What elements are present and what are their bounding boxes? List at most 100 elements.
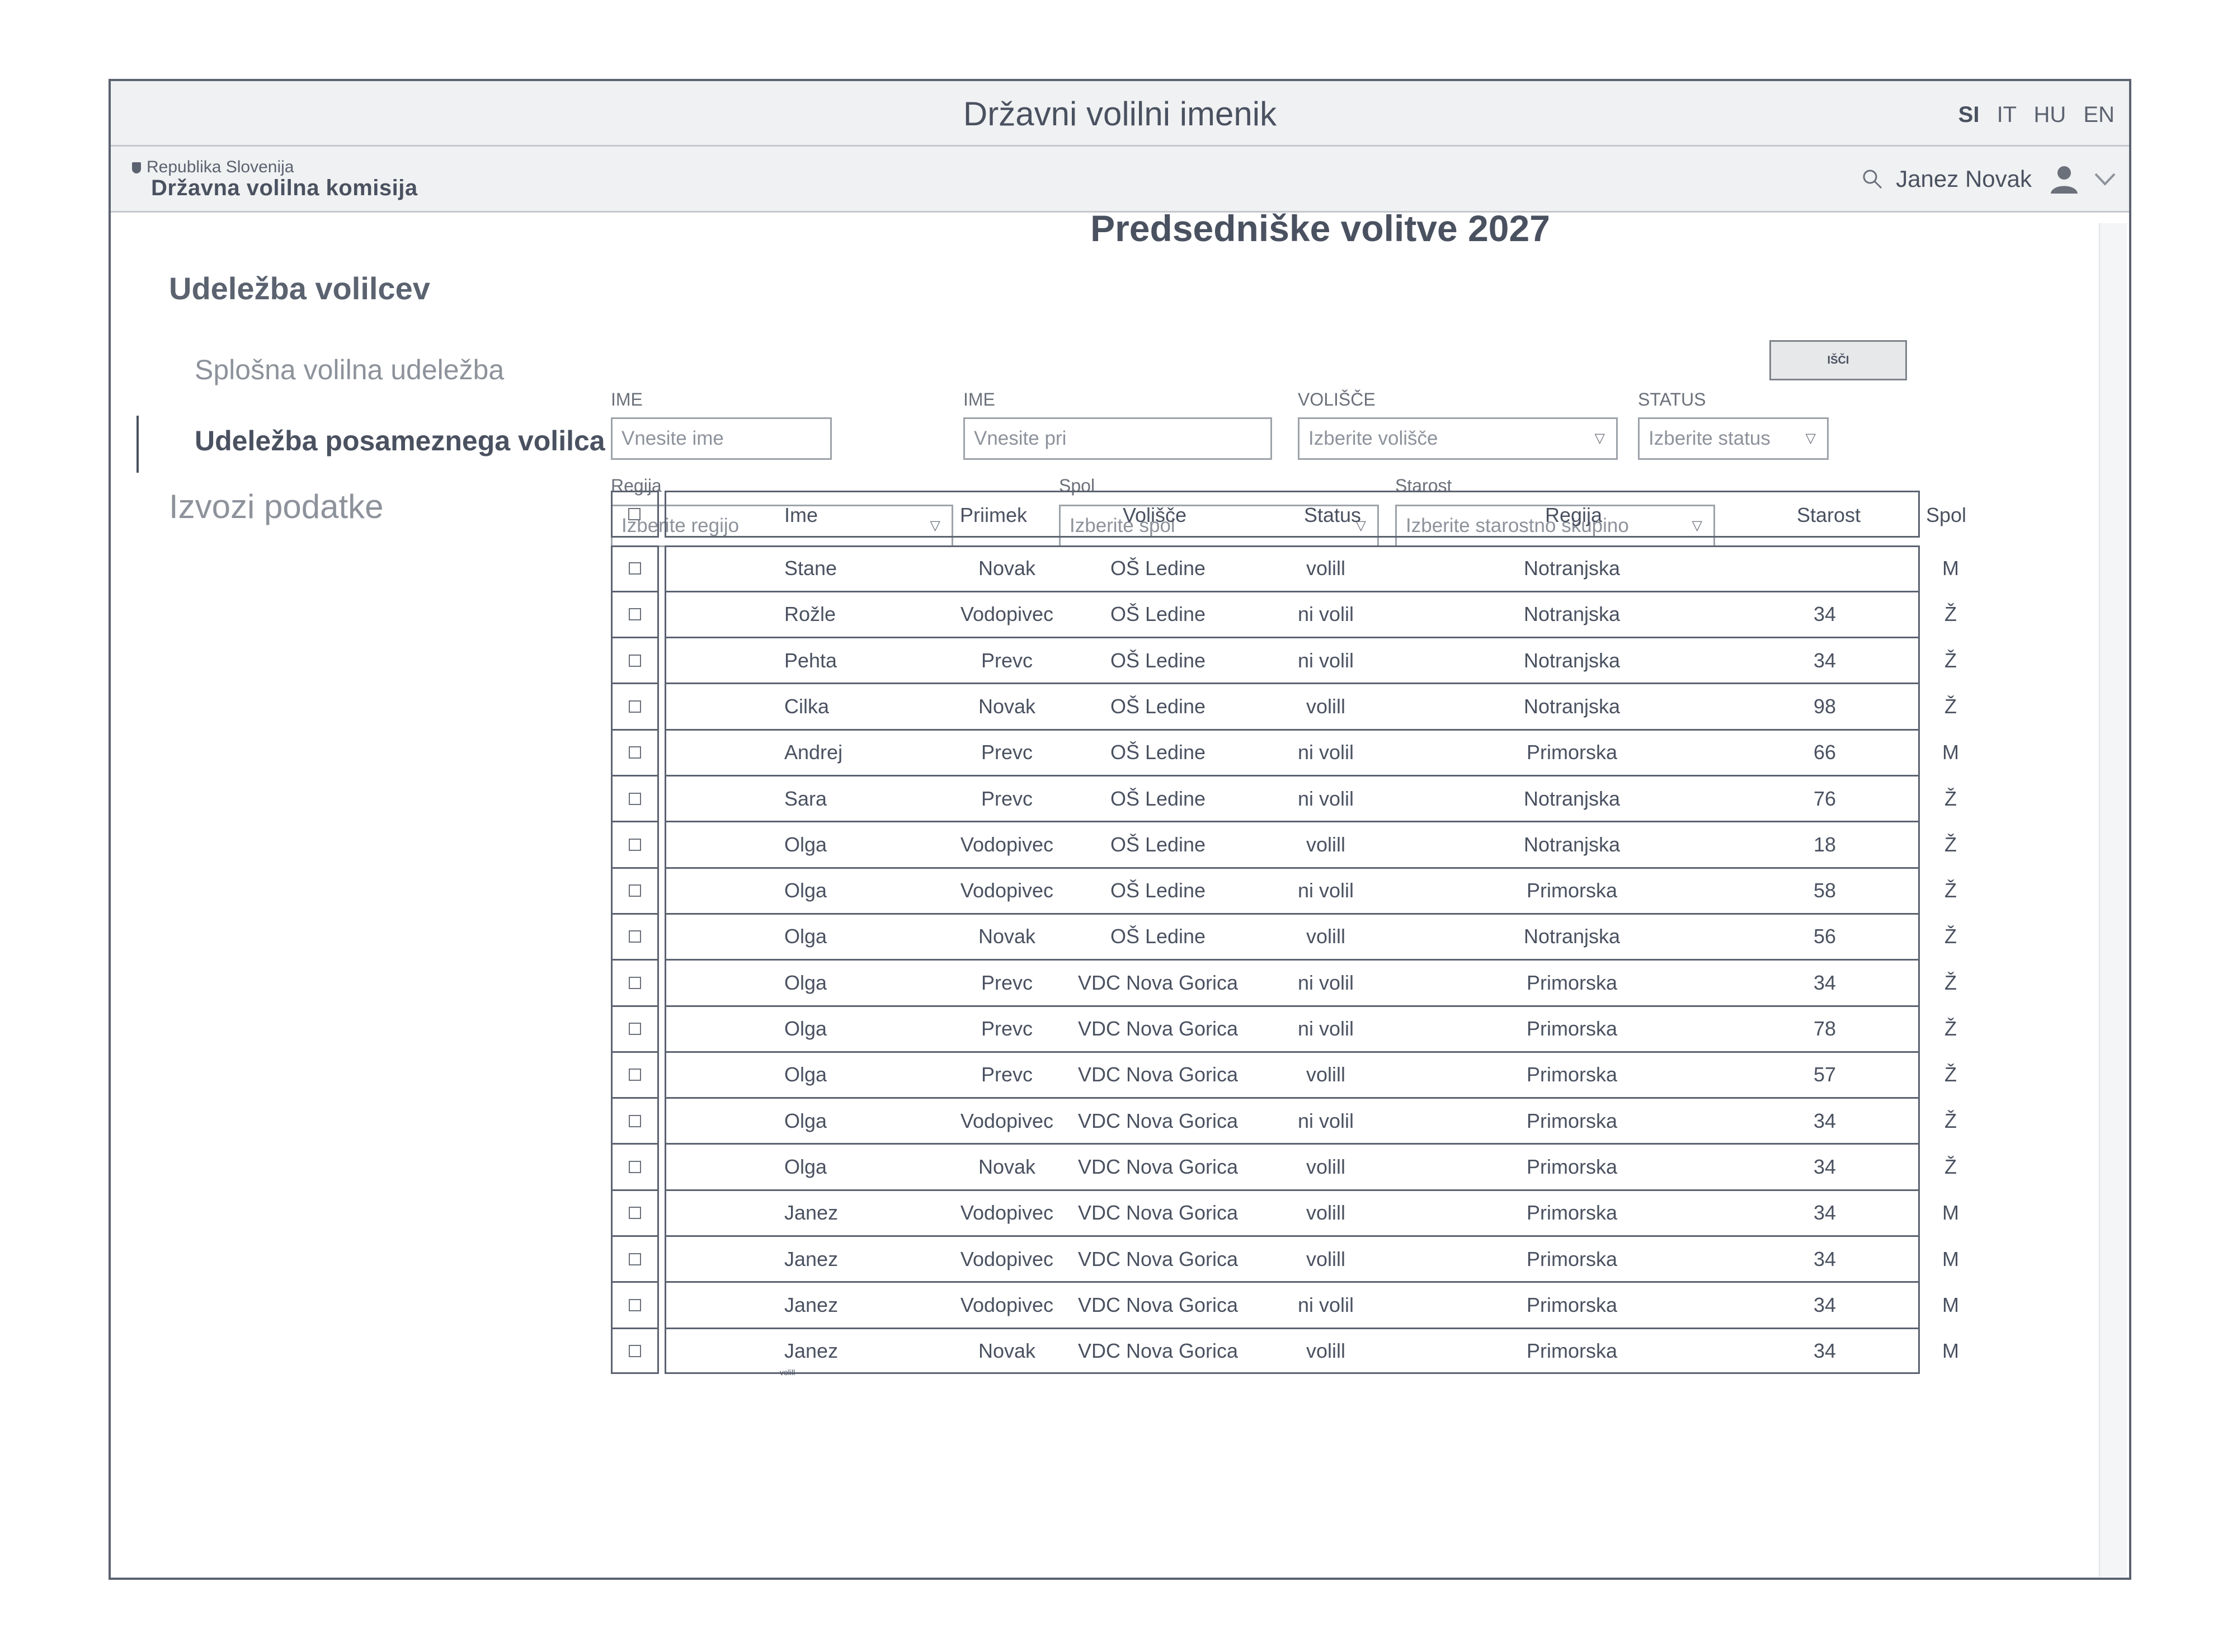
- lang-hu[interactable]: HU: [2034, 102, 2066, 127]
- select-all-cell: [611, 491, 659, 538]
- row-divider: [665, 637, 1920, 639]
- cell-regija: Primorska: [1526, 1155, 1618, 1178]
- row-checkbox[interactable]: [629, 562, 641, 575]
- sidebar-title: Udeležba volilcev: [169, 271, 430, 306]
- row-checkbox[interactable]: [629, 608, 641, 621]
- row-divider: [665, 1281, 1920, 1283]
- cell-ime: Olga: [784, 832, 827, 856]
- row-divider: [665, 683, 1920, 685]
- row-divider: [665, 1327, 1920, 1329]
- search-button[interactable]: IŠČI: [1769, 340, 1907, 380]
- header-regija[interactable]: Regija: [1545, 503, 1602, 527]
- app-title: Državni volilni imenik: [963, 95, 1277, 133]
- cell-status: volill: [1306, 557, 1345, 580]
- row-checkbox[interactable]: [629, 1114, 641, 1127]
- row-divider: [665, 728, 1920, 731]
- vertical-scrollbar[interactable]: [2099, 223, 2127, 1577]
- cell-spol: M: [1942, 1247, 1959, 1270]
- org-country: Republika Slovenija: [132, 158, 294, 177]
- cell-ime: Olga: [784, 1155, 827, 1178]
- cell-status: ni volil: [1297, 787, 1354, 810]
- cell-spol: Ž: [1944, 1063, 1957, 1086]
- cell-ime: Janez: [784, 1247, 839, 1270]
- cell-status: ni volil: [1297, 879, 1354, 902]
- row-divider: [611, 867, 659, 869]
- cell-status: volill: [1306, 925, 1345, 948]
- cell-status: volill: [1306, 1339, 1345, 1363]
- header-volisce[interactable]: Volišče: [1123, 503, 1186, 527]
- cell-spol: M: [1942, 741, 1959, 764]
- cell-ime: Andrej: [784, 741, 843, 764]
- row-checkbox[interactable]: [629, 1345, 641, 1358]
- row-divider: [611, 1143, 659, 1145]
- cell-regija: Primorska: [1526, 1339, 1618, 1363]
- header-spol[interactable]: Spol: [1926, 503, 1966, 527]
- row-checkbox[interactable]: [629, 792, 641, 805]
- cell-ime: Janez: [784, 1201, 839, 1225]
- sidebar-item-individual-turnout[interactable]: Udeležba posameznega volilca: [195, 425, 605, 457]
- filter-label-volisce: VOLIŠČE: [1298, 389, 1376, 410]
- language-switcher: SI IT HU EN: [1947, 102, 2115, 128]
- chevron-down-icon[interactable]: [2093, 171, 2117, 187]
- cell-spol: M: [1942, 557, 1959, 580]
- last-name-input[interactable]: Vnesite pri: [963, 417, 1272, 460]
- row-checkbox[interactable]: [629, 1298, 641, 1311]
- row-checkbox[interactable]: [629, 976, 641, 989]
- row-divider: [665, 821, 1920, 823]
- row-checkbox[interactable]: [629, 1160, 641, 1173]
- cell-ime: Stane: [784, 557, 837, 580]
- row-divider: [665, 1051, 1920, 1053]
- cell-status: ni volil: [1297, 1017, 1354, 1040]
- row-checkbox[interactable]: [629, 1023, 641, 1035]
- cell-spol: Ž: [1944, 694, 1957, 718]
- row-divider: [665, 1235, 1920, 1237]
- cell-regija: Notranjska: [1523, 694, 1621, 718]
- filter-label-status: STATUS: [1638, 389, 1706, 410]
- search-icon[interactable]: [1861, 168, 1883, 190]
- lang-si[interactable]: SI: [1958, 102, 1980, 127]
- header-bar: Republika Slovenija Državna volilna komi…: [111, 147, 2129, 213]
- active-indicator: [136, 416, 139, 473]
- cell-spol: Ž: [1944, 925, 1957, 948]
- cell-ime: Olga: [784, 879, 827, 902]
- sidebar-item-general-turnout[interactable]: Splošna volilna udeležba: [195, 354, 504, 386]
- first-name-input[interactable]: Vnesite ime: [611, 417, 832, 460]
- row-checkbox[interactable]: [629, 700, 641, 713]
- user-avatar-icon[interactable]: [2049, 163, 2080, 195]
- header-priimek[interactable]: Priimek: [960, 503, 1027, 527]
- cell-status: ni volil: [1297, 971, 1354, 994]
- lang-it[interactable]: IT: [1997, 102, 2017, 127]
- cell-regija: Notranjska: [1523, 557, 1621, 580]
- status-select[interactable]: Izberite status ▽: [1638, 417, 1829, 460]
- title-bar: Državni volilni imenik SI IT HU EN: [111, 81, 2129, 147]
- row-checkbox[interactable]: [629, 1253, 641, 1265]
- row-checkbox[interactable]: [629, 1069, 641, 1081]
- row-checkbox[interactable]: [629, 746, 641, 759]
- org-name[interactable]: Državna volilna komisija: [151, 176, 418, 201]
- header-status[interactable]: Status: [1304, 503, 1361, 527]
- row-checkbox[interactable]: [629, 838, 641, 851]
- select-all-checkbox[interactable]: [628, 508, 641, 520]
- row-divider: [611, 959, 659, 961]
- dropdown-arrow-icon: ▽: [1594, 431, 1605, 446]
- cell-status: volill: [1306, 1063, 1345, 1086]
- header-starost[interactable]: Starost: [1797, 503, 1861, 527]
- cell-spol: Ž: [1944, 648, 1957, 672]
- header-ime[interactable]: Ime: [784, 503, 818, 527]
- sidebar-item-export-data[interactable]: Izvozi podatke: [169, 487, 384, 526]
- user-name[interactable]: Janez Novak: [1896, 166, 2032, 192]
- row-checkbox[interactable]: [629, 654, 641, 667]
- row-checkbox[interactable]: [629, 884, 641, 897]
- stray-note: volill: [780, 1368, 795, 1377]
- filter-label-ime: IME: [611, 389, 643, 410]
- cell-ime: Janez: [784, 1339, 839, 1363]
- cell-regija: Notranjska: [1523, 925, 1621, 948]
- row-checkbox[interactable]: [629, 930, 641, 943]
- row-divider: [611, 821, 659, 823]
- polling-station-select[interactable]: Izberite volišče ▽: [1298, 417, 1618, 460]
- lang-en[interactable]: EN: [2083, 102, 2115, 127]
- cell-status: volill: [1306, 1247, 1345, 1270]
- row-checkbox[interactable]: [629, 1207, 641, 1220]
- row-divider: [611, 1281, 659, 1283]
- cell-spol: Ž: [1944, 971, 1957, 994]
